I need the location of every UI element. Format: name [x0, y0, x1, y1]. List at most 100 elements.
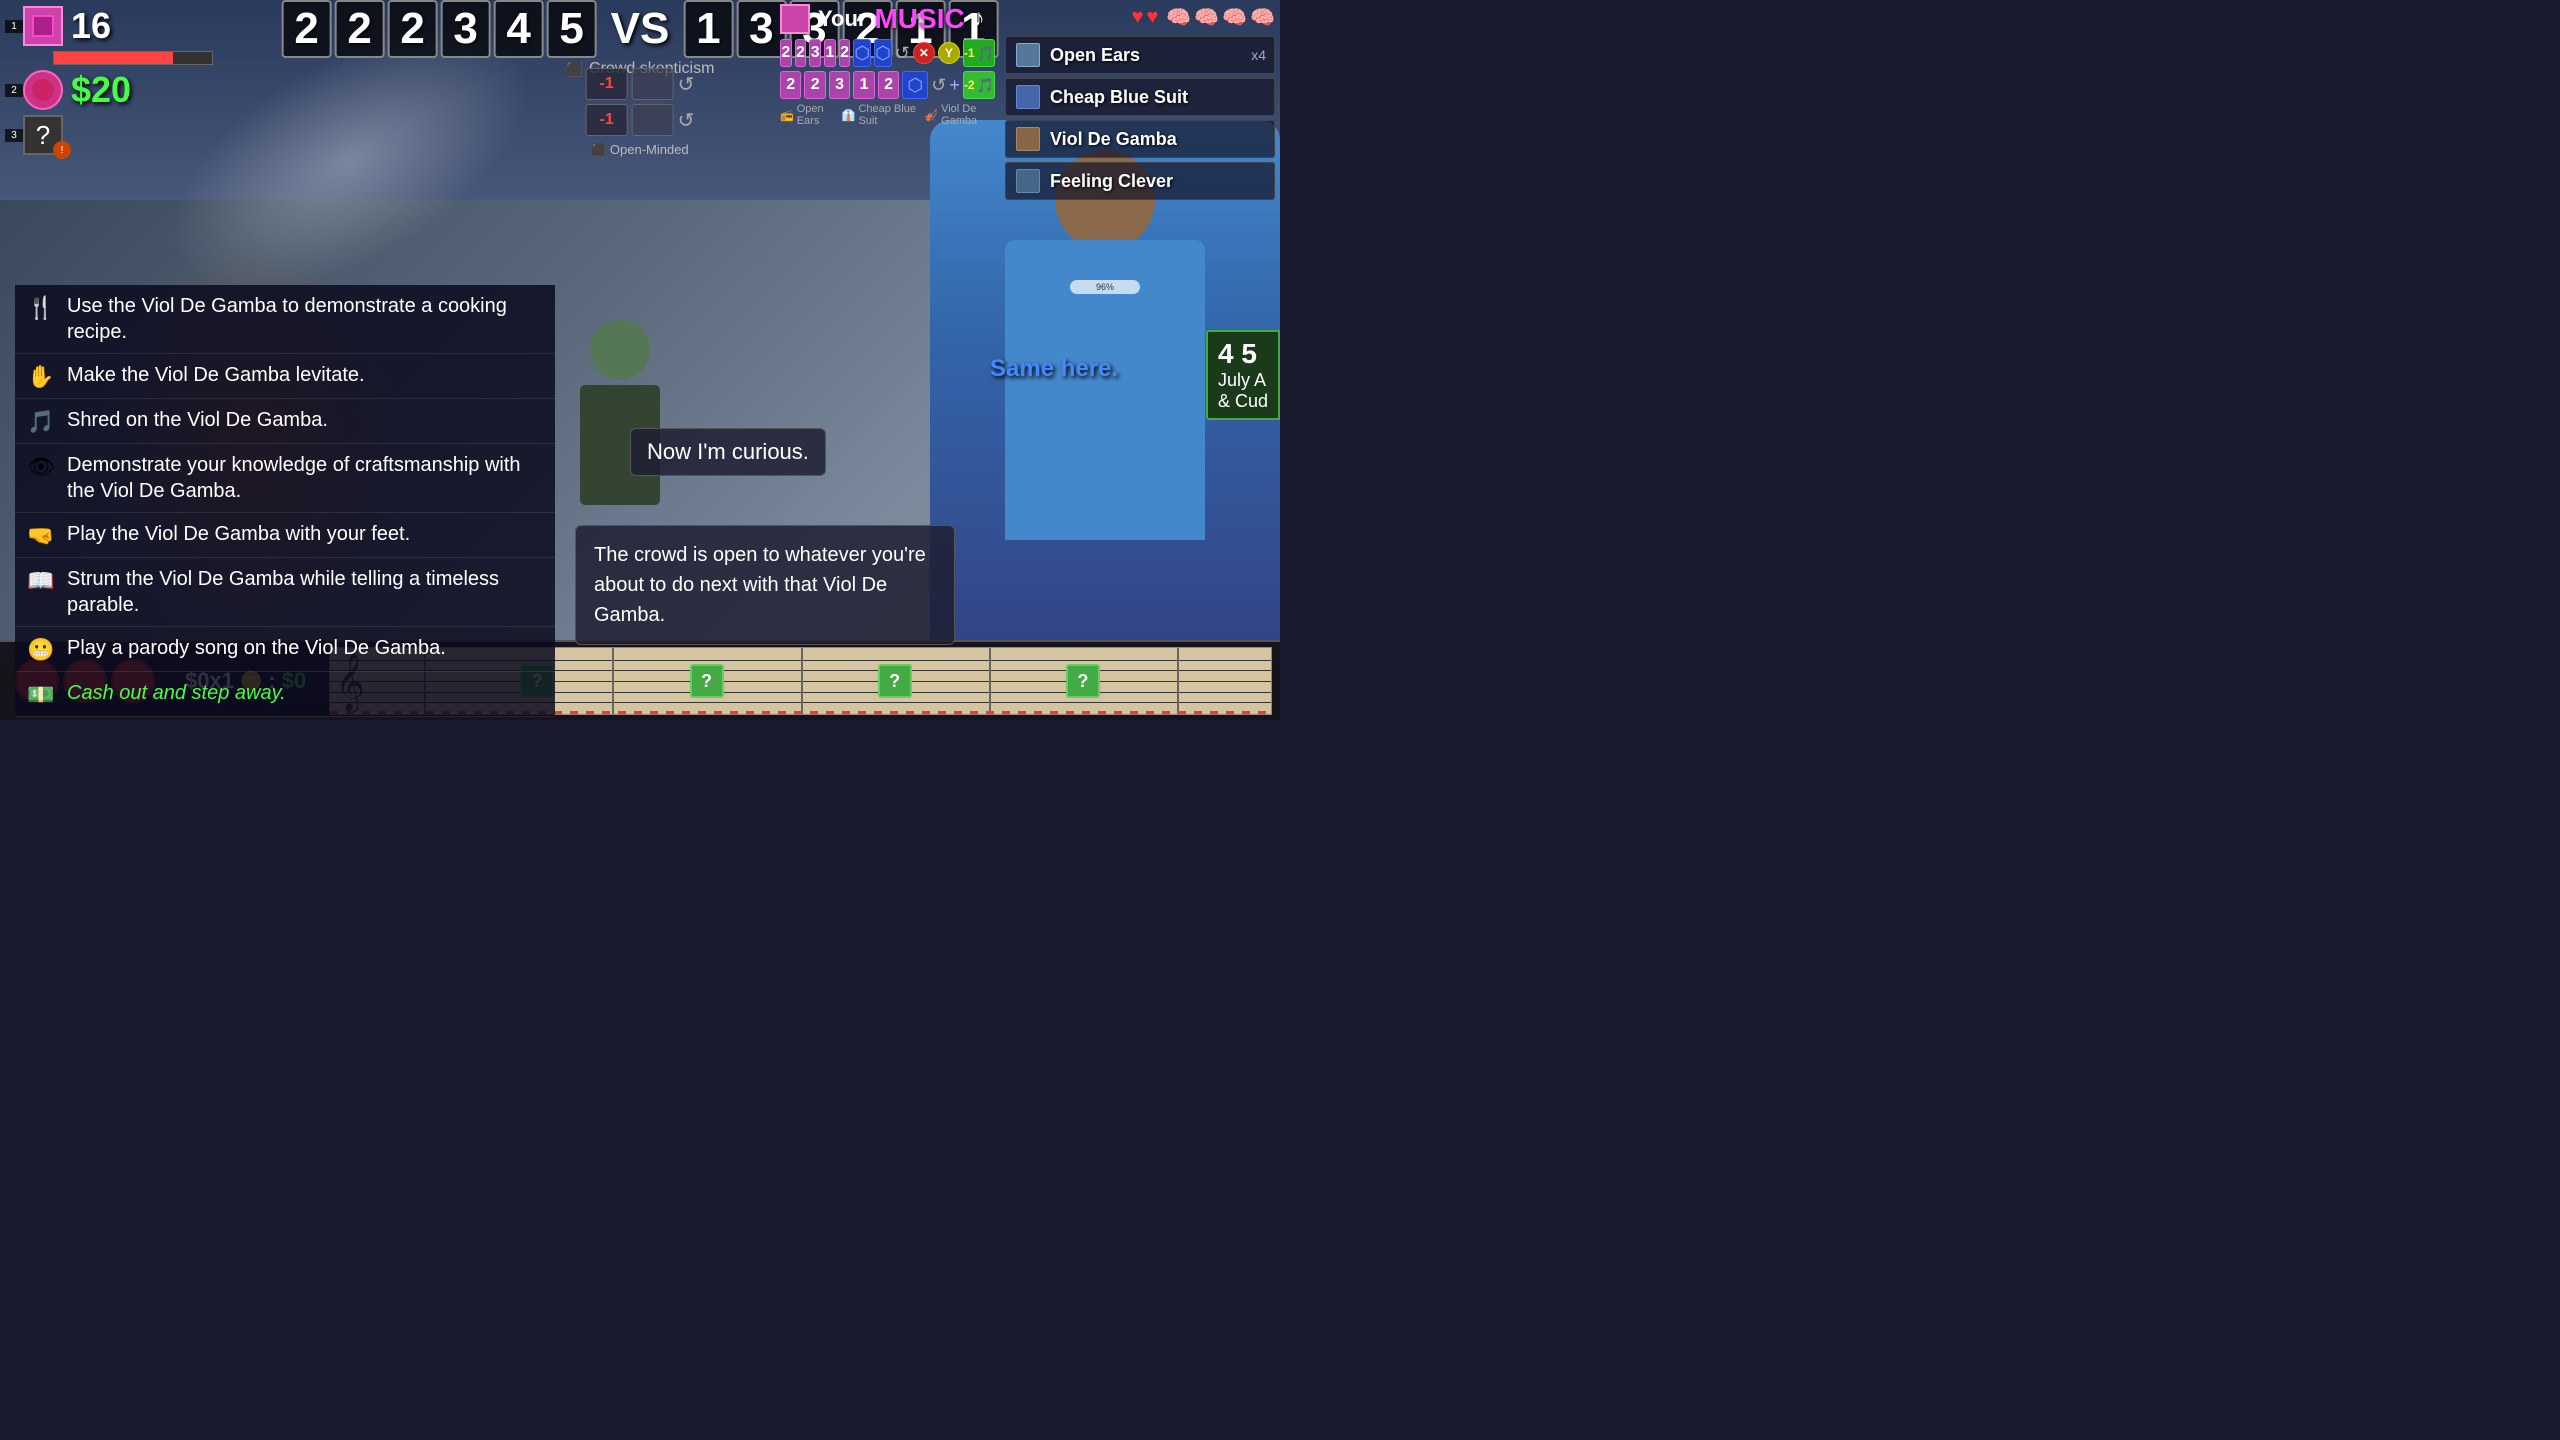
note-card-4[interactable]: ? — [1066, 664, 1100, 698]
music-num2-4: 1 — [853, 71, 874, 99]
cooking-icon: 🍴 — [27, 295, 55, 321]
brain-icons: 🧠 🧠 🧠 🧠 — [1166, 5, 1275, 30]
player-money: $20 — [71, 69, 131, 111]
score-left-5: 4 — [494, 0, 544, 58]
action-feet-text: Play the Viol De Gamba with your feet. — [67, 521, 410, 547]
music-header: Your MUSIC ♪ — [780, 3, 995, 35]
refresh-r2[interactable]: ↺ — [678, 108, 695, 133]
music-blue-1: ⬡ — [853, 39, 871, 67]
note-card-2[interactable]: ? — [690, 664, 724, 698]
score-left-6: 5 — [547, 0, 597, 58]
player-wallet-icon — [23, 70, 63, 110]
music-label-viol: 🎻 Viol De Gamba — [924, 103, 995, 127]
score-left-4: 3 — [441, 0, 491, 58]
action-menu: 🍴 Use the Viol De Gamba to demonstrate a… — [15, 285, 555, 717]
levitate-icon: ✋ — [27, 364, 55, 390]
power-cards: -1 ↺ -1 ↺ ⬛ Open-Minded — [586, 68, 695, 157]
music-label-open-ears: 📻 Open Ears — [780, 103, 834, 127]
score-left-1: 2 — [282, 0, 332, 58]
hp-bar — [54, 52, 173, 64]
action-levitate[interactable]: ✋ Make the Viol De Gamba levitate. — [15, 354, 555, 399]
right-scoreboard: 4 5 July A & Cud — [1206, 330, 1280, 420]
music-num2-5: 2 — [878, 71, 899, 99]
music-num-3: 3 — [809, 39, 821, 67]
player-icon — [23, 6, 63, 46]
sidebar-item-cheap-blue-suit[interactable]: Cheap Blue Suit — [1005, 78, 1275, 116]
refresh-music-1[interactable]: ↺ — [895, 43, 910, 64]
heart-icons: ♥ ♥ — [1132, 6, 1159, 29]
sidebar-open-ears-count: x4 — [1251, 47, 1266, 63]
score-right-2: 3 — [736, 0, 786, 58]
bar-line-2 — [612, 648, 614, 714]
music-cube-icon — [780, 4, 810, 34]
parable-icon: 📖 — [27, 568, 55, 594]
open-minded-label: ⬛ Open-Minded — [586, 142, 695, 157]
music-num-5: 2 — [839, 39, 851, 67]
brain-4: 🧠 — [1250, 5, 1275, 30]
open-ears-icon — [1014, 41, 1042, 69]
sidebar-viol-label: Viol De Gamba — [1050, 129, 1177, 150]
player-stats: 1 16 2 $20 3 ? ! — [5, 5, 213, 159]
heart-red-2: ♥ — [1147, 6, 1159, 29]
action-craftsmanship-text: Demonstrate your knowledge of craftsmans… — [67, 452, 543, 504]
vs-label: VS — [611, 4, 670, 54]
x-button-1[interactable]: ✕ — [913, 42, 935, 64]
plus-music-2[interactable]: + — [949, 75, 960, 96]
refresh-music-2[interactable]: ↺ — [931, 75, 946, 96]
action-cooking-text: Use the Viol De Gamba to demonstrate a c… — [67, 293, 543, 345]
sidebar-feeling-clever-label: Feeling Clever — [1050, 171, 1173, 192]
dialogue-main: The crowd is open to whatever you're abo… — [575, 525, 955, 645]
shred-icon: 🎵 — [27, 409, 55, 435]
y-button-1[interactable]: Y — [938, 42, 960, 64]
action-parable-text: Strum the Viol De Gamba while telling a … — [67, 566, 543, 618]
action-parody-text: Play a parody song on the Viol De Gamba. — [67, 635, 446, 661]
score-left-3: 2 — [388, 0, 438, 58]
character-center — [560, 320, 680, 520]
action-shred[interactable]: 🎵 Shred on the Viol De Gamba. — [15, 399, 555, 444]
music-area: Your MUSIC ♪ 2 2 3 1 2 ⬡ ⬡ ↺ ✕ Y -1 🎵 2 … — [780, 3, 995, 127]
feeling-clever-icon — [1014, 167, 1042, 195]
music-green-1: -1 🎵 — [963, 39, 995, 67]
action-parody[interactable]: 😬 Play a parody song on the Viol De Gamb… — [15, 627, 555, 672]
music-blue2-1: ⬡ — [902, 71, 928, 99]
music-num2-1: 2 — [780, 71, 801, 99]
score-right-1: 1 — [683, 0, 733, 58]
music-num-2: 2 — [795, 39, 807, 67]
bar-line-3 — [801, 648, 803, 714]
brain-3: 🧠 — [1222, 5, 1247, 30]
brain-2: 🧠 — [1194, 5, 1219, 30]
music-num-1: 2 — [780, 39, 792, 67]
action-cash-out[interactable]: 💵 Cash out and step away. — [15, 672, 555, 717]
sidebar-cheap-blue-suit-label: Cheap Blue Suit — [1050, 87, 1188, 108]
note-card-3[interactable]: ? — [878, 664, 912, 698]
action-parable[interactable]: 📖 Strum the Viol De Gamba while telling … — [15, 558, 555, 627]
music-blue-2: ⬡ — [874, 39, 892, 67]
feet-icon: 🤜 — [27, 523, 55, 549]
action-feet[interactable]: 🤜 Play the Viol De Gamba with your feet. — [15, 513, 555, 558]
music-labels: 📻 Open Ears 👔 Cheap Blue Suit 🎻 Viol De … — [780, 103, 995, 127]
sidebar-header: ♥ ♥ 🧠 🧠 🧠 🧠 — [1005, 5, 1275, 30]
brain-1: 🧠 — [1166, 5, 1191, 30]
sidebar-item-feeling-clever[interactable]: Feeling Clever — [1005, 162, 1275, 200]
bar-line-5 — [1177, 648, 1179, 714]
viol-icon — [1014, 125, 1042, 153]
right-sidebar: ♥ ♥ 🧠 🧠 🧠 🧠 Open Ears x4 Cheap Blue Suit — [1000, 0, 1280, 205]
power-card-r2c1[interactable]: -1 — [586, 104, 628, 136]
hp-bar-container — [53, 51, 213, 65]
action-craftsmanship[interactable]: 👁 Demonstrate your knowledge of craftsma… — [15, 444, 555, 513]
action-shred-text: Shred on the Viol De Gamba. — [67, 407, 328, 433]
power-card-r1c1[interactable]: -1 — [586, 68, 628, 100]
music-num2-3: 3 — [829, 71, 850, 99]
cheap-blue-suit-icon — [1014, 83, 1042, 111]
bar-line-4 — [989, 648, 991, 714]
action-cash-out-text: Cash out and step away. — [67, 680, 286, 706]
action-cooking[interactable]: 🍴 Use the Viol De Gamba to demonstrate a… — [15, 285, 555, 354]
music-num-4: 1 — [824, 39, 836, 67]
music-green-2: -2 🎵 — [963, 71, 995, 99]
parody-icon: 😬 — [27, 637, 55, 663]
music-title: MUSIC — [874, 3, 964, 35]
sidebar-item-viol[interactable]: Viol De Gamba — [1005, 120, 1275, 158]
sidebar-item-open-ears[interactable]: Open Ears x4 — [1005, 36, 1275, 74]
craftsmanship-icon: 👁 — [27, 454, 55, 480]
refresh-r1[interactable]: ↺ — [678, 72, 695, 97]
